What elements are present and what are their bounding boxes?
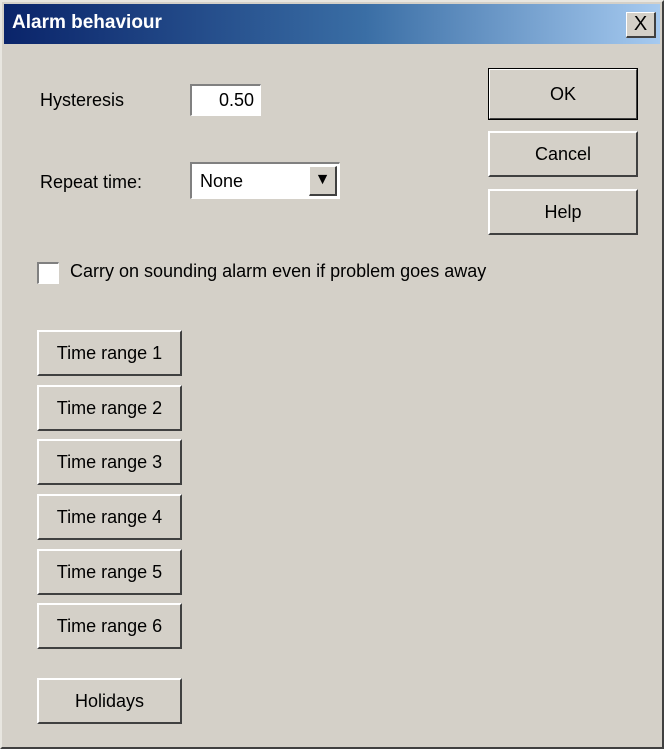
ok-button[interactable]: OK bbox=[488, 68, 638, 120]
time-range-5-button[interactable]: Time range 5 bbox=[37, 549, 182, 595]
hysteresis-input[interactable]: 0.50 bbox=[190, 84, 261, 116]
time-range-4-button[interactable]: Time range 4 bbox=[37, 494, 182, 540]
close-icon: X bbox=[633, 13, 648, 35]
carry-on-sounding-checkbox[interactable] bbox=[37, 262, 59, 284]
repeat-time-select[interactable]: None ▼ bbox=[190, 162, 340, 199]
title-bar: Alarm behaviour X bbox=[4, 4, 660, 44]
carry-on-sounding-label[interactable]: Carry on sounding alarm even if problem … bbox=[70, 261, 486, 282]
cancel-button[interactable]: Cancel bbox=[488, 131, 638, 177]
time-range-1-button[interactable]: Time range 1 bbox=[37, 330, 182, 376]
time-range-6-button[interactable]: Time range 6 bbox=[37, 603, 182, 649]
holidays-button[interactable]: Holidays bbox=[37, 678, 182, 724]
repeat-time-value: None bbox=[200, 171, 244, 191]
window-title: Alarm behaviour bbox=[12, 12, 162, 33]
repeat-time-label: Repeat time: bbox=[40, 172, 143, 192]
triangle-down-icon: ▼ bbox=[314, 171, 331, 188]
time-range-2-button[interactable]: Time range 2 bbox=[37, 385, 182, 431]
hysteresis-label: Hysteresis bbox=[40, 90, 125, 110]
help-button[interactable]: Help bbox=[488, 189, 638, 235]
close-button[interactable]: X bbox=[626, 12, 656, 38]
dropdown-button[interactable]: ▼ bbox=[309, 166, 337, 196]
alarm-behaviour-dialog: Alarm behaviour X Hysteresis 0.50 Repeat… bbox=[0, 0, 664, 749]
time-range-3-button[interactable]: Time range 3 bbox=[37, 439, 182, 485]
